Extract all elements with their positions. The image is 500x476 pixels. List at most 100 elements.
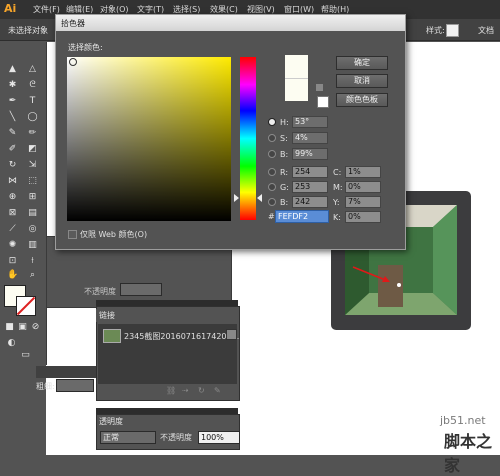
stroke-weight-field[interactable] <box>56 379 94 392</box>
label-k: K: <box>333 213 341 222</box>
column-graph-tool-icon[interactable]: ▥ <box>27 240 38 250</box>
gradient-tool-icon[interactable]: ▤ <box>27 208 38 218</box>
radio-blue[interactable] <box>268 198 276 206</box>
radio-r[interactable] <box>268 168 276 176</box>
radio-h[interactable] <box>268 118 276 126</box>
slice-tool-icon[interactable]: ⟊ <box>27 256 38 266</box>
blend-tool-icon[interactable]: ◎ <box>27 224 38 234</box>
paintbrush-tool-icon[interactable]: ✎ <box>7 128 18 138</box>
radio-s[interactable] <box>268 134 276 142</box>
label-s: S: <box>280 134 288 143</box>
dialog-titlebar[interactable] <box>56 15 405 31</box>
scale-tool-icon[interactable]: ⇲ <box>27 160 38 170</box>
blend-mode-select[interactable]: 正常 <box>100 431 156 444</box>
none-mode-icon[interactable]: ⊘ <box>30 322 41 332</box>
label-r: R: <box>280 168 289 177</box>
field-blue[interactable]: 242 <box>292 196 328 208</box>
pen-tool-icon[interactable]: ✒ <box>7 96 18 106</box>
relink-icon[interactable]: ⛓ <box>166 386 176 395</box>
line-tool-icon[interactable]: ╲ <box>7 112 18 122</box>
selection-tool-icon[interactable]: ▲ <box>7 64 18 74</box>
select-color-label: 选择颜色: <box>68 43 103 52</box>
tools-panel <box>0 42 47 365</box>
gradient-mode-icon[interactable]: ▣ <box>17 322 28 332</box>
hex-input[interactable]: FEFDF2 <box>275 210 329 223</box>
shape-builder-tool-icon[interactable]: ⊕ <box>7 192 18 202</box>
app-logo: Ai <box>4 2 17 15</box>
magic-wand-tool-icon[interactable]: ✱ <box>7 80 18 90</box>
new-color-swatch <box>285 55 308 78</box>
field-g[interactable]: 253 <box>292 181 328 193</box>
edit-original-icon[interactable]: ✎ <box>214 386 221 395</box>
cancel-button[interactable]: 取消 <box>336 74 388 88</box>
dialog-title: 拾色器 <box>61 19 85 28</box>
transparency-panel-tab[interactable]: 透明度 <box>96 415 143 428</box>
screen-mode-icon[interactable]: ▭ <box>20 350 31 360</box>
link-thumbnail <box>103 329 121 343</box>
style-swatch[interactable] <box>446 24 459 37</box>
field-m[interactable]: 0% <box>345 181 381 193</box>
pencil-tool-icon[interactable]: ✏ <box>27 128 38 138</box>
hex-hash-label: # <box>268 212 275 221</box>
opacity-label: 不透明度 <box>160 433 192 442</box>
stroke-panel-header[interactable] <box>36 366 96 378</box>
radio-g[interactable] <box>268 183 276 191</box>
draw-mode-icon[interactable]: ◐ <box>6 338 17 348</box>
style-label: 样式: <box>426 26 445 35</box>
ok-button[interactable]: 确定 <box>336 56 388 70</box>
embedded-link-icon <box>226 329 237 340</box>
document-setup-button[interactable]: 文档 <box>478 25 494 36</box>
opacity-field[interactable]: 100% <box>198 431 240 444</box>
symbol-sprayer-tool-icon[interactable]: ✺ <box>7 240 18 250</box>
artboard-tool-icon[interactable]: ⊡ <box>7 256 18 266</box>
hand-tool-icon[interactable]: ✋ <box>7 270 18 280</box>
lasso-tool-icon[interactable]: ᘓ <box>27 80 38 90</box>
label-b: B: <box>280 150 289 159</box>
mesh-tool-icon[interactable]: ⊠ <box>7 208 18 218</box>
color-swatches-button[interactable]: 颜色色板 <box>336 93 388 107</box>
links-panel-tab[interactable]: 链接 <box>96 309 127 322</box>
selection-status: 未选择对象 <box>8 26 48 35</box>
zoom-tool-icon[interactable]: ⌕ <box>27 270 38 280</box>
stroke-color-swatch[interactable] <box>16 296 36 316</box>
field-b[interactable]: 99% <box>292 148 328 160</box>
field-y[interactable]: 7% <box>345 196 381 208</box>
type-tool-icon[interactable]: T <box>27 96 38 106</box>
go-to-link-icon[interactable]: ⇢ <box>182 386 189 395</box>
rotate-tool-icon[interactable]: ↻ <box>7 160 18 170</box>
update-link-icon[interactable]: ↻ <box>198 386 205 395</box>
field-s[interactable]: 4% <box>292 132 328 144</box>
hue-slider-left-handle[interactable] <box>234 194 239 202</box>
saturation-brightness-field[interactable] <box>67 57 231 221</box>
label-m: M: <box>333 183 343 192</box>
web-colors-only-checkbox[interactable] <box>68 230 77 239</box>
width-tool-icon[interactable]: ⋈ <box>7 176 18 186</box>
hue-slider-right-handle[interactable] <box>257 194 262 202</box>
label-h: H: <box>280 118 289 127</box>
web-safe-color-swatch[interactable] <box>317 96 329 108</box>
original-color-swatch[interactable] <box>285 78 308 101</box>
watermark-url: jb51.net <box>440 414 486 427</box>
perspective-grid-tool-icon[interactable]: ⊞ <box>27 192 38 202</box>
out-of-gamut-icon[interactable] <box>316 84 323 91</box>
blob-brush-tool-icon[interactable]: ✐ <box>7 144 18 154</box>
field-r[interactable]: 254 <box>292 166 328 178</box>
field-c[interactable]: 1% <box>345 166 381 178</box>
eraser-tool-icon[interactable]: ◩ <box>27 144 38 154</box>
gradient-opacity-field[interactable] <box>120 283 162 296</box>
label-blue: B: <box>280 198 289 207</box>
direct-selection-tool-icon[interactable]: △ <box>27 64 38 74</box>
hue-slider[interactable] <box>240 57 256 220</box>
color-mode-icon[interactable]: ■ <box>4 322 15 332</box>
field-h[interactable]: 53° <box>292 116 328 128</box>
ellipse-tool-icon[interactable]: ◯ <box>27 112 38 122</box>
watermark-brand: 脚本之家 <box>444 432 493 475</box>
radio-b[interactable] <box>268 150 276 158</box>
field-k[interactable]: 0% <box>345 211 381 223</box>
illustration-doorknob[interactable] <box>397 283 401 287</box>
eyedropper-tool-icon[interactable]: ⟋ <box>7 224 18 234</box>
free-transform-tool-icon[interactable]: ⬚ <box>27 176 38 186</box>
gradient-opacity-label: 不透明度 <box>84 287 116 296</box>
color-field-cursor[interactable] <box>69 58 77 66</box>
label-g: G: <box>280 183 289 192</box>
